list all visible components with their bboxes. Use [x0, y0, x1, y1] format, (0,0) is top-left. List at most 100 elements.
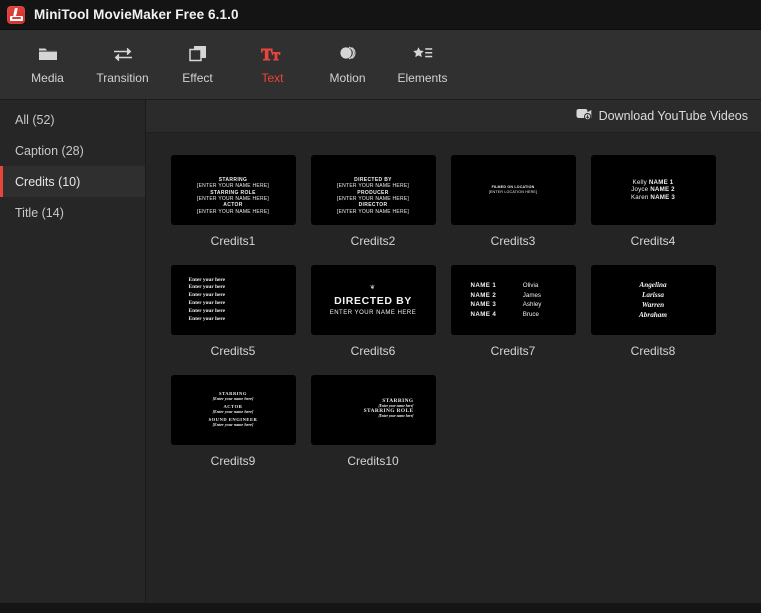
download-youtube-videos-button[interactable]: Download YouTube Videos [576, 107, 748, 125]
preview-line: [Enter your name here] [378, 414, 414, 418]
application-window: MiniTool MovieMaker Free 6.1.0 Media Tra… [0, 0, 761, 613]
window-title: MiniTool MovieMaker Free 6.1.0 [34, 7, 239, 22]
template-thumbnail: Angelina Larissa Warren Abraham [590, 265, 716, 335]
preview-line: [ENTER LOCATION HERE] [488, 190, 538, 194]
toolbar-tab-text[interactable]: T T Text [235, 35, 310, 95]
title-bar: MiniTool MovieMaker Free 6.1.0 [0, 0, 761, 30]
preview-line: [ENTER YOUR NAME HERE] [336, 208, 410, 215]
sidebar-item-title-label: Title (14) [15, 205, 64, 220]
template-card-label: Credits9 [210, 454, 256, 468]
preview-cell: NAME 1 [470, 282, 497, 290]
preview-line: [Enter your name here] [212, 395, 254, 401]
template-card-label: Credits1 [210, 234, 256, 248]
preview-cell: NAME 2 [650, 186, 675, 194]
template-card-label: Credits10 [347, 454, 399, 468]
toolbar-tab-media[interactable]: Media [10, 35, 85, 95]
preview-row: Kelly NAME 1 [631, 179, 675, 186]
template-card-credits2[interactable]: DIRECTED BY [ENTER YOUR NAME HERE] PRODU… [303, 155, 443, 248]
folder-icon [38, 44, 58, 64]
toolbar-tab-motion-label: Motion [329, 71, 366, 85]
preview-row: NAME 2 James [471, 290, 556, 300]
toolbar-tab-transition-label: Transition [96, 71, 149, 85]
template-panel: Download YouTube Videos STARRING [ENTER … [146, 100, 761, 603]
template-card-credits9[interactable]: STARRING [Enter your name here] ACTOR [E… [163, 375, 303, 468]
toolbar-tab-transition[interactable]: Transition [85, 35, 160, 95]
toolbar-tab-elements-label: Elements [397, 71, 448, 85]
toolbar-tab-effect-label: Effect [182, 71, 213, 85]
motion-icon [338, 44, 358, 64]
sidebar-item-caption[interactable]: Caption (28) [0, 135, 145, 166]
preview-line: Larissa [642, 290, 664, 299]
template-card-label: Credits6 [350, 344, 396, 358]
preview-line: Warren [641, 301, 665, 309]
preview-line: SOUND ENGINEER [208, 416, 258, 422]
toolbar-tab-media-label: Media [31, 71, 64, 85]
template-card-credits1[interactable]: STARRING [ENTER YOUR NAME HERE] STARRING… [163, 155, 303, 248]
template-thumbnail: NAME 1 Olivia NAME 2 James NAME 3 Ashley… [450, 265, 576, 335]
preview-cell: Kelly [632, 179, 647, 187]
sidebar-item-credits-label: Credits (10) [15, 174, 81, 189]
template-thumbnail: Enter your here Enter your here Enter yo… [170, 265, 296, 335]
ornament-icon: ❦ [369, 285, 376, 291]
sidebar-item-credits[interactable]: Credits (10) [0, 166, 145, 197]
preview-line: Abraham [639, 311, 667, 320]
toolbar-tab-text-label: Text [261, 71, 284, 85]
template-card-credits7[interactable]: NAME 1 Olivia NAME 2 James NAME 3 Ashley… [443, 265, 583, 358]
sidebar-item-all[interactable]: All (52) [0, 104, 145, 135]
template-card-label: Credits2 [350, 234, 396, 248]
layers-icon [188, 44, 208, 64]
panel-header: Download YouTube Videos [146, 100, 761, 133]
template-card-credits10[interactable]: STARRING [Enter your name here] STARRING… [303, 375, 443, 468]
preview-row: NAME 1 Olivia [471, 281, 556, 291]
template-card-label: Credits3 [490, 234, 536, 248]
template-card-label: Credits4 [630, 234, 676, 248]
sidebar-item-title[interactable]: Title (14) [0, 197, 145, 228]
preview-row: Joyce NAME 2 [631, 186, 675, 193]
sidebar-item-caption-label: Caption (28) [15, 143, 84, 158]
template-card-credits4[interactable]: Kelly NAME 1 Joyce NAME 2 Karen NAME 3 C… [583, 155, 723, 248]
preview-row: NAME 4 Bruce [471, 310, 556, 320]
preview-row: NAME 3 Ashley [471, 300, 556, 310]
preview-line: Enter your here [188, 307, 226, 314]
preview-cell: NAME 1 [648, 179, 674, 187]
template-thumbnail: FILMED ON LOCATION [ENTER LOCATION HERE] [450, 155, 576, 225]
preview-line: Enter your here [188, 284, 226, 291]
template-thumbnail: STARRING [Enter your name here] STARRING… [310, 375, 436, 445]
template-thumbnail: ❦ DIRECTED BY ENTER YOUR NAME HERE [310, 265, 436, 335]
template-grid-wrapper: STARRING [ENTER YOUR NAME HERE] STARRING… [146, 133, 761, 603]
preview-line: [ENTER YOUR NAME HERE] [196, 208, 270, 215]
template-card-credits6[interactable]: ❦ DIRECTED BY ENTER YOUR NAME HERE Credi… [303, 265, 443, 358]
toolbar-tab-elements[interactable]: Elements [385, 35, 460, 95]
preview-cell: James [522, 291, 542, 299]
preview-cell: NAME 3 [470, 301, 497, 309]
toolbar-tab-effect[interactable]: Effect [160, 35, 235, 95]
youtube-download-icon [576, 107, 592, 125]
transition-icon [112, 44, 134, 64]
preview-cell: Ashley [522, 301, 542, 309]
preview-line: Angelina [639, 280, 667, 289]
toolbar-tab-motion[interactable]: Motion [310, 35, 385, 95]
status-bar [0, 603, 761, 613]
template-thumbnail: STARRING [ENTER YOUR NAME HERE] STARRING… [170, 155, 296, 225]
preview-row: Karen NAME 3 [631, 194, 675, 201]
download-youtube-videos-label: Download YouTube Videos [598, 109, 748, 123]
preview-cell: Bruce [522, 310, 539, 318]
preview-line: Enter your here [188, 315, 226, 322]
preview-line: ENTER YOUR NAME HERE [329, 310, 417, 316]
template-thumbnail: Kelly NAME 1 Joyce NAME 2 Karen NAME 3 [590, 155, 716, 225]
template-card-label: Credits7 [490, 344, 536, 358]
preview-line: Enter your here [188, 300, 226, 306]
template-card-credits3[interactable]: FILMED ON LOCATION [ENTER LOCATION HERE]… [443, 155, 583, 248]
preview-line: DIRECTED BY [334, 295, 412, 307]
svg-text:T: T [272, 49, 280, 63]
app-logo-icon [7, 5, 25, 24]
text-icon: T T [261, 44, 285, 64]
sidebar-item-all-label: All (52) [15, 112, 55, 127]
template-card-credits5[interactable]: Enter your here Enter your here Enter yo… [163, 265, 303, 358]
preview-cell: NAME 4 [470, 310, 497, 318]
template-card-label: Credits8 [630, 344, 676, 358]
preview-line: [Enter your name here] [212, 421, 254, 427]
preview-line: Enter your here [188, 292, 226, 299]
template-grid: STARRING [ENTER YOUR NAME HERE] STARRING… [163, 155, 761, 485]
template-card-credits8[interactable]: Angelina Larissa Warren Abraham Credits8 [583, 265, 723, 358]
